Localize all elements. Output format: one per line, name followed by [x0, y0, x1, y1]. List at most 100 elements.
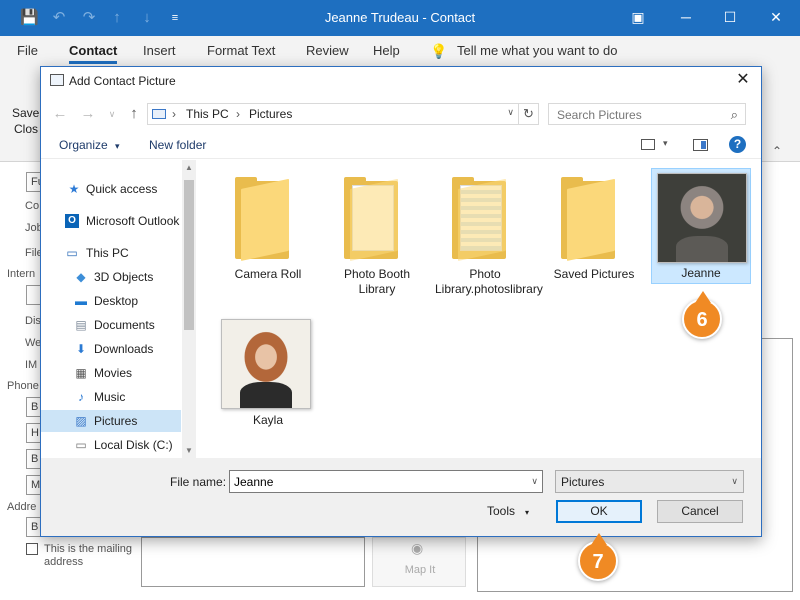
- minimize-icon[interactable]: ─: [676, 7, 696, 27]
- file-name-field[interactable]: ∨: [229, 470, 543, 493]
- preview-pane-icon[interactable]: [693, 139, 708, 151]
- ok-button[interactable]: OK: [556, 500, 642, 523]
- nav-item-label: Downloads: [94, 342, 154, 356]
- file-type-value: Pictures: [561, 475, 605, 489]
- organize-label: Organize: [59, 138, 108, 152]
- breadcrumb-separator: ›: [236, 107, 240, 121]
- nav-item-downloads[interactable]: ⬇ Downloads: [41, 338, 181, 360]
- address-box[interactable]: [141, 537, 365, 587]
- nav-item-3d-objects[interactable]: ◆ 3D Objects: [41, 266, 181, 288]
- download-icon: ⬇: [75, 342, 87, 356]
- mailing-address-checkbox[interactable]: [26, 543, 38, 555]
- up-folder-icon[interactable]: ↑: [125, 105, 143, 123]
- tab-help[interactable]: Help: [373, 43, 400, 58]
- folder-name: Photo Library.photoslibrary: [435, 267, 543, 296]
- tell-me-search[interactable]: Tell me what you want to do: [457, 43, 617, 58]
- pictures-icon: ▨: [75, 414, 87, 428]
- recent-locations-icon[interactable]: ∨: [103, 105, 121, 123]
- nav-item-pictures[interactable]: ▨ Pictures: [41, 410, 181, 432]
- folder-camera-roll[interactable]: Camera Roll: [218, 171, 318, 301]
- nav-item-desktop[interactable]: ▬ Desktop: [41, 290, 181, 312]
- dialog-title-bar: Add Contact Picture ✕: [41, 67, 761, 95]
- nav-item-documents[interactable]: ▤ Documents: [41, 314, 181, 336]
- map-it-label: Map It: [404, 564, 436, 576]
- help-icon[interactable]: ?: [729, 136, 746, 153]
- nav-item-this-pc[interactable]: ▭ This PC: [41, 242, 181, 264]
- ribbon-display-icon[interactable]: ▣: [628, 7, 648, 27]
- scroll-down-icon[interactable]: ▼: [185, 446, 193, 455]
- breadcrumb-pictures[interactable]: Pictures: [249, 107, 292, 121]
- file-dialog-footer: File name: ∨ Pictures ∨ Tools ▾ OK Cancel: [41, 458, 761, 536]
- collapse-ribbon-icon[interactable]: ⌃: [772, 144, 782, 158]
- search-input[interactable]: Search Pictures ⌕: [548, 103, 746, 125]
- cancel-button[interactable]: Cancel: [657, 500, 743, 523]
- nav-item-music[interactable]: ♪ Music: [41, 386, 181, 408]
- image-jeanne[interactable]: Jeanne: [651, 168, 751, 284]
- web-label: We: [25, 337, 42, 349]
- image-kayla[interactable]: Kayla: [218, 317, 318, 433]
- folder-photo-library[interactable]: Photo Library.photoslibrary: [435, 171, 543, 311]
- organize-button[interactable]: Organize ▾: [59, 138, 120, 152]
- music-note-icon: ♪: [78, 390, 84, 404]
- ribbon-tabs: File Contact Insert Format Text Review H…: [0, 36, 800, 64]
- address-bar[interactable]: › This PC › Pictures ∨: [147, 103, 519, 125]
- nav-item-label: Desktop: [94, 294, 139, 308]
- tab-format-text[interactable]: Format Text: [207, 43, 275, 58]
- nav-item-label: Music: [94, 390, 126, 404]
- tab-contact[interactable]: Contact: [69, 43, 118, 64]
- lightbulb-icon: 💡: [430, 43, 448, 59]
- image-name: Kayla: [252, 413, 284, 427]
- computer-icon: ▭: [66, 246, 78, 260]
- close-icon[interactable]: ✕: [733, 70, 753, 90]
- nav-item-label: Movies: [94, 366, 133, 380]
- breadcrumb-this-pc[interactable]: This PC: [186, 107, 229, 121]
- tab-file[interactable]: File: [17, 43, 38, 58]
- folder-name: Photo Booth Library: [343, 267, 411, 296]
- step-callout-7: 7: [578, 533, 618, 581]
- view-dropdown-icon[interactable]: ▾: [663, 138, 668, 149]
- nav-item-local-disk[interactable]: ▭ Local Disk (C:): [41, 434, 181, 456]
- nav-scrollbar[interactable]: ▲ ▼: [182, 160, 196, 458]
- new-folder-button[interactable]: New folder: [149, 138, 206, 152]
- internet-label: Intern: [7, 268, 36, 280]
- film-icon: ▦: [75, 366, 87, 380]
- folder-photo-booth-library[interactable]: Photo Booth Library: [327, 171, 427, 301]
- save-close-label-2: Clos: [14, 122, 39, 136]
- folder-name: Saved Pictures: [553, 267, 635, 281]
- back-icon[interactable]: ←: [51, 105, 69, 123]
- close-window-icon[interactable]: ✕: [766, 7, 786, 27]
- breadcrumb-separator: ›: [172, 107, 176, 121]
- phone-label: Phone: [7, 380, 39, 392]
- nav-item-label: Local Disk (C:): [94, 438, 173, 452]
- maximize-icon[interactable]: ☐: [720, 7, 740, 27]
- forward-icon[interactable]: →: [79, 105, 97, 123]
- save-close-label[interactable]: Save: [12, 106, 39, 120]
- refresh-icon[interactable]: ↻: [519, 103, 539, 125]
- nav-item-microsoft-outlook[interactable]: O Microsoft Outlook: [41, 210, 181, 232]
- nav-item-quick-access[interactable]: ★ Quick access: [41, 178, 181, 200]
- map-it-button[interactable]: ◉ Map It: [372, 537, 466, 587]
- step-callout-6: 6: [682, 291, 722, 339]
- mailing-address-label: This is the mailing address: [44, 543, 133, 568]
- file-type-dropdown-icon: ∨: [731, 476, 738, 486]
- file-name-input[interactable]: [230, 471, 520, 492]
- tools-button[interactable]: Tools ▾: [487, 504, 529, 518]
- file-type-select[interactable]: Pictures ∨: [555, 470, 744, 493]
- jeanne-thumbnail: [657, 173, 747, 263]
- change-view-icon[interactable]: [641, 139, 655, 150]
- file-name-dropdown-icon[interactable]: ∨: [531, 476, 538, 487]
- file-name-label: File name:: [170, 475, 227, 489]
- address-dropdown-icon[interactable]: ∨: [507, 107, 514, 118]
- nav-item-movies[interactable]: ▦ Movies: [41, 362, 181, 384]
- scrollbar-thumb[interactable]: [184, 180, 194, 330]
- folder-saved-pictures[interactable]: Saved Pictures: [544, 171, 644, 301]
- tab-insert[interactable]: Insert: [143, 43, 176, 58]
- scroll-up-icon[interactable]: ▲: [185, 163, 193, 172]
- star-icon: ★: [68, 182, 80, 196]
- outlook-icon: O: [65, 214, 79, 228]
- tab-review[interactable]: Review: [306, 43, 349, 58]
- navigation-pane: ★ Quick access O Microsoft Outlook ▭ Thi…: [41, 160, 196, 458]
- nav-item-label: Documents: [94, 318, 155, 332]
- nav-item-label: Microsoft Outlook: [86, 214, 180, 228]
- kayla-thumbnail: [221, 319, 311, 409]
